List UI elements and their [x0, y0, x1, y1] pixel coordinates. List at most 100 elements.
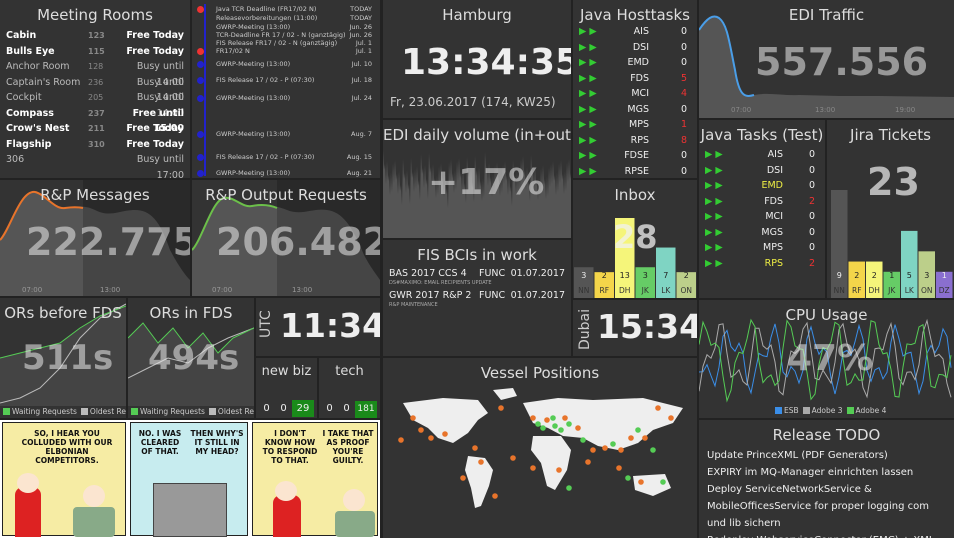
vessel-marker-icon[interactable]: [618, 447, 624, 453]
hosttask-row[interactable]: ▶ ▶ RPS 8: [573, 133, 697, 149]
utc-time: 11:34: [280, 306, 380, 345]
hosttask-row[interactable]: ▶ ▶ FDS 5: [573, 71, 697, 87]
calendar-entry[interactable]: GWRP-Meeting (13:00) Jul. 24: [192, 93, 372, 103]
meeting-room-row[interactable]: Flagship 310 Free Today: [0, 137, 190, 153]
calendar-dot-icon: [197, 170, 204, 177]
vessel-marker-icon[interactable]: [460, 475, 466, 481]
new-biz-title: new biz: [261, 364, 312, 379]
calendar-entry[interactable]: GWRP-Meeting (13:00) Jul. 10: [192, 59, 372, 69]
vessel-marker-icon[interactable]: [580, 437, 586, 443]
vessel-marker-icon[interactable]: [540, 425, 546, 431]
calendar-entry-title: FIS Release 17 / 02 - P (07:30): [216, 76, 315, 84]
todo-item[interactable]: Update PrinceXML (PDF Generators): [699, 447, 954, 464]
vessel-marker-icon[interactable]: [535, 421, 541, 427]
vessel-marker-icon[interactable]: [562, 415, 568, 421]
vessel-marker-icon[interactable]: [472, 445, 478, 451]
vessel-marker-icon[interactable]: [602, 445, 608, 451]
todo-item[interactable]: EXPIRY im MQ-Manager einrichten lassen: [699, 464, 954, 481]
hosttask-row[interactable]: ▶ ▶ MGS 0: [573, 102, 697, 118]
calendar-entry[interactable]: FIS Release 17 / 02 - P (07:30) Aug. 15: [192, 152, 372, 162]
vessel-marker-icon[interactable]: [410, 415, 416, 421]
task-test-row[interactable]: ▶ ▶ DSI 0: [699, 163, 825, 179]
meeting-room-row[interactable]: 306 Busy until 17:00: [0, 152, 190, 178]
bci-date: 01.07.2017: [510, 290, 565, 301]
meeting-room-row[interactable]: Anchor Room 128 Busy until 14:00: [0, 59, 190, 88]
hosttask-row[interactable]: ▶ ▶ DSI 0: [573, 40, 697, 56]
fis-bci-row[interactable]: BAS 2017 CCS 4 FUNC 01.07.2017 DS#MAXIMO: E…: [383, 268, 571, 290]
vessel-marker-icon[interactable]: [556, 467, 562, 473]
vessel-marker-icon[interactable]: [628, 435, 634, 441]
play-icon: ▶ ▶: [579, 150, 597, 161]
vessel-marker-icon[interactable]: [428, 435, 434, 441]
vessel-marker-icon[interactable]: [492, 493, 498, 499]
task-test-name: MCI: [765, 211, 783, 222]
vessel-marker-icon[interactable]: [550, 415, 556, 421]
vessel-marker-icon[interactable]: [478, 459, 484, 465]
vessel-marker-icon[interactable]: [616, 465, 622, 471]
task-test-count: 2: [808, 257, 815, 269]
hosttask-row[interactable]: ▶ ▶ RPSE 0: [573, 164, 697, 179]
meeting-room-row[interactable]: Cabin 123 Free Today: [0, 28, 190, 44]
vessel-marker-icon[interactable]: [585, 459, 591, 465]
hosttask-row[interactable]: ▶ ▶ FDSE 0: [573, 148, 697, 164]
bar-NN: [831, 190, 848, 282]
vessel-marker-icon[interactable]: [668, 415, 674, 421]
vessel-marker-icon[interactable]: [650, 447, 656, 453]
bar-category-label: RF: [852, 286, 862, 295]
task-test-row[interactable]: ▶ ▶ FDS 2: [699, 194, 825, 210]
vessel-marker-icon[interactable]: [558, 427, 564, 433]
task-test-row[interactable]: ▶ ▶ MPS 0: [699, 240, 825, 256]
bar-category-label: ON: [921, 286, 933, 295]
vessel-marker-icon[interactable]: [625, 475, 631, 481]
hosttask-row[interactable]: ▶ ▶ MCI 4: [573, 86, 697, 102]
vessel-marker-icon[interactable]: [530, 415, 536, 421]
vessel-marker-icon[interactable]: [530, 465, 536, 471]
room-name: Flagship: [6, 138, 52, 150]
play-icon: ▶ ▶: [705, 242, 723, 253]
vessel-marker-icon[interactable]: [418, 427, 424, 433]
meeting-room-row[interactable]: Compass 237 Free until 15:00: [0, 106, 190, 135]
vessel-marker-icon[interactable]: [638, 479, 644, 485]
calendar-entry-title: FIS Release 17 / 02 - P (07:30): [216, 153, 315, 161]
vessel-marker-icon[interactable]: [566, 421, 572, 427]
task-test-row[interactable]: ▶ ▶ MGS 0: [699, 225, 825, 241]
meeting-room-row[interactable]: Crow's Nest 211 Free Today: [0, 121, 190, 137]
vessel-marker-icon[interactable]: [575, 425, 581, 431]
comic-panel-1: SO, I HEAR YOU COLLUDED WITH OUR ELBONIA…: [2, 422, 126, 537]
hosttask-row[interactable]: ▶ ▶ AIS 0: [573, 24, 697, 40]
bar-category-label: ON: [680, 286, 692, 295]
vessel-marker-icon[interactable]: [566, 485, 572, 491]
vessel-marker-icon[interactable]: [655, 405, 661, 411]
calendar-entry[interactable]: FIS Release 17 / 02 - P (07:30) Jul. 18: [192, 75, 372, 85]
vessel-marker-icon[interactable]: [510, 455, 516, 461]
vessel-marker-icon[interactable]: [590, 447, 596, 453]
meeting-room-row[interactable]: Cockpit 205 Busy until 14:00: [0, 90, 190, 119]
room-status: Free Today: [126, 30, 184, 41]
vessel-marker-icon[interactable]: [642, 435, 648, 441]
calendar-entry[interactable]: GWRP-Meeting (13:00) Aug. 7: [192, 129, 372, 139]
vessel-marker-icon[interactable]: [635, 427, 641, 433]
comic-panel-2: NO. I WAS CLEARED OF THAT. THEN WHY'S IT…: [130, 422, 248, 537]
calendar-entry[interactable]: FR17/02 N Jul. 1: [192, 46, 372, 56]
task-test-row[interactable]: ▶ ▶ EMD 0: [699, 178, 825, 194]
comic-strip[interactable]: SO, I HEAR YOU COLLUDED WITH OUR ELBONIA…: [0, 420, 380, 538]
vessel-marker-icon[interactable]: [610, 441, 616, 447]
meeting-room-row[interactable]: Bulls Eye 115 Free Today: [0, 44, 190, 60]
fis-bci-row[interactable]: GWR 2017 R&P 2 FUNC 01.07.2017 R&P MAINTENA…: [383, 290, 571, 312]
todo-item[interactable]: Redeploy WebserviceConnector (EMC) + XML: [699, 532, 954, 538]
task-test-row[interactable]: ▶ ▶ MCI 0: [699, 209, 825, 225]
calendar-entry[interactable]: GWRP-Meeting (13:00) Aug. 21: [192, 168, 372, 178]
meeting-room-row[interactable]: Captain's Room 236 Busy until 14:00: [0, 75, 190, 104]
vessel-marker-icon[interactable]: [498, 405, 504, 411]
task-test-row[interactable]: ▶ ▶ RPS 2: [699, 256, 825, 272]
task-test-row[interactable]: ▶ ▶ AIS 0: [699, 147, 825, 163]
vessel-marker-icon[interactable]: [442, 431, 448, 437]
hosttask-row[interactable]: ▶ ▶ MPS 1: [573, 117, 697, 133]
vessel-marker-icon[interactable]: [552, 423, 558, 429]
vessel-marker-icon[interactable]: [660, 479, 666, 485]
vessel-marker-icon[interactable]: [398, 437, 404, 443]
hosttask-row[interactable]: ▶ ▶ EMD 0: [573, 55, 697, 71]
world-map[interactable]: [383, 358, 697, 538]
todo-item[interactable]: Deploy ServiceNetworkService & MobileOff…: [699, 481, 954, 532]
vessel-marker-icon[interactable]: [544, 417, 550, 423]
